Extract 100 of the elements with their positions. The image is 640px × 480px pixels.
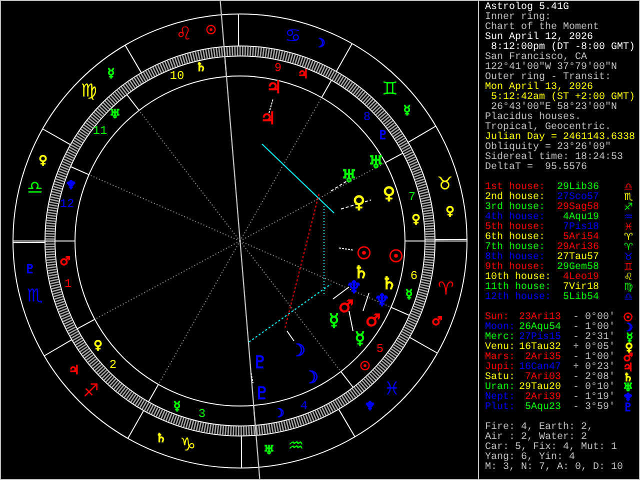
house-label: 10th house:	[485, 273, 552, 283]
planet-glyph: ☿	[405, 287, 413, 301]
planet-glyph: ♃	[68, 363, 80, 377]
planet-glyph: ☉	[360, 359, 370, 373]
planet-position: 16Tau32	[518, 343, 561, 353]
zodiac-sign-glyph: ♊	[382, 78, 398, 100]
planet-glyph: ☽	[623, 323, 633, 333]
house-cusp-position: 29Lib36	[556, 183, 599, 193]
planet-glyph: ♀	[352, 193, 366, 213]
planet-position: 2Ari35	[524, 353, 561, 363]
zodiac-sign-glyph: ♋	[284, 26, 302, 46]
house-number: 3	[198, 407, 206, 421]
planet-motion: - 2°31'	[573, 333, 616, 343]
planet-glyph: ♅	[264, 443, 274, 457]
planet-glyph: ♃	[260, 109, 276, 129]
house-label: 5th house:	[485, 223, 546, 233]
house-label: 2nd house:	[485, 193, 546, 203]
zodiac-sign-glyph: ♓	[624, 223, 633, 233]
planet-position: 2Ari39	[524, 393, 561, 403]
info-line: Placidus houses.	[485, 113, 582, 123]
planet-glyph: ♅	[110, 107, 120, 121]
planet-name: Nept:	[485, 393, 516, 403]
house-label: 12th house:	[485, 293, 552, 303]
planet-glyph: ♀	[412, 212, 420, 226]
house-label: 3rd house:	[485, 203, 546, 213]
zodiac-sign-glyph: ♑	[180, 434, 196, 456]
zodiac-sign-glyph: ♌	[176, 24, 192, 44]
info-line: Obliquity = 23°26'09"	[485, 143, 612, 153]
planet-glyph: ♆	[623, 393, 633, 403]
planet-glyph: ♇	[254, 384, 270, 404]
planet-motion: - 1°00'	[573, 353, 616, 363]
house-cusp-position: 7Vir18	[562, 283, 599, 293]
planet-glyph: ♀	[624, 343, 633, 353]
house-cusp-position: 27Tau57	[556, 253, 599, 263]
planet-motion: - 0°00'	[573, 313, 616, 323]
planet-glyph: ☿	[403, 103, 411, 117]
planet-glyph: ☽	[303, 368, 319, 388]
planet-position: 5Aqu23	[524, 403, 561, 413]
zodiac-sign-glyph: ♎	[624, 293, 633, 303]
zodiac-sign-glyph: ♒	[288, 436, 304, 456]
zodiac-sign-glyph: ♊	[624, 263, 633, 273]
planet-glyph: ☉	[388, 247, 404, 267]
planet-glyph: ♄	[156, 431, 166, 445]
planet-glyph: ♄	[623, 373, 633, 383]
house-cusp-position: 29Gem58	[556, 263, 599, 273]
info-line: Astrolog 5.41G	[485, 3, 570, 13]
house-number: 5	[376, 342, 384, 356]
zodiac-sign-glyph: ♐	[624, 203, 633, 213]
planet-glyph: ☉	[356, 244, 372, 264]
info-line: Chart of the Moment	[485, 23, 600, 33]
planet-glyph: ♀	[38, 153, 48, 167]
zodiac-sign-glyph: ♓	[384, 378, 400, 400]
element-summary-line: Fire: 4, Earth: 2,	[485, 423, 594, 433]
house-cusp-position: 4Aqu19	[562, 213, 599, 223]
info-line: Sidereal time: 18:24:53	[485, 153, 624, 163]
house-cusp-position: 4Leo19	[562, 273, 599, 283]
planet-motion: - 2°08'	[573, 373, 616, 383]
planet-motion: - 3°59'	[573, 403, 616, 413]
info-line: San Francisco, CA	[485, 53, 588, 63]
planet-glyph: ♇	[24, 262, 36, 276]
planet-name: Moon:	[485, 323, 516, 333]
info-line: Tropical, Geocentric.	[485, 123, 612, 133]
planet-glyph: ♂	[60, 254, 70, 268]
house-label: 7th house:	[485, 243, 546, 253]
planet-name: Sun:	[485, 313, 510, 323]
info-line: 26°43'00"E 58°23'00"N	[491, 103, 618, 113]
planet-name: Plut:	[485, 403, 516, 413]
planet-glyph: ☽	[314, 36, 326, 50]
planet-glyph: ♆	[374, 291, 390, 311]
planet-glyph: ♂	[432, 314, 442, 328]
planet-glyph: ♀	[446, 204, 454, 218]
planet-glyph: ☽	[290, 341, 306, 361]
planet-glyph: ♃	[266, 78, 282, 98]
planet-motion: + 0°05'	[573, 343, 616, 353]
planet-glyph: ♆	[66, 178, 76, 192]
planet-glyph: ♇	[252, 353, 268, 373]
planet-glyph: ♀	[382, 184, 396, 204]
zodiac-sign-glyph: ♍	[80, 80, 98, 102]
planet-glyph: ♅	[623, 383, 633, 393]
zodiac-sign-glyph: ♍	[624, 283, 633, 293]
house-number: 7	[408, 190, 416, 204]
house-number: 1	[64, 277, 72, 291]
planet-motion: - 1°19'	[573, 393, 616, 403]
element-summary-line: Air : 2, Water: 2	[485, 433, 588, 443]
planet-position: 29Tau20	[518, 383, 561, 393]
planet-position: 27Pis15	[518, 333, 561, 343]
house-number: 11	[92, 124, 108, 138]
house-label: 4th house:	[485, 213, 546, 223]
house-number: 12	[60, 197, 74, 211]
planet-glyph: ☉	[206, 23, 216, 37]
house-cusp-position: 29Sag58	[556, 203, 599, 213]
element-summary-line: M: 3, N: 7, A: 0, D: 10	[485, 463, 624, 473]
planet-glyph: ♀	[94, 338, 102, 352]
planet-glyph: ♂	[365, 311, 381, 331]
house-cusp-position: 5Ari54	[562, 233, 599, 243]
info-line: 8:12:00pm (DT -8:00 GMT)	[491, 43, 636, 53]
house-cusp-position: 7Pis18	[562, 223, 599, 233]
house-label: 8th house:	[485, 253, 546, 263]
planet-glyph: ♂	[623, 353, 633, 363]
zodiac-sign-glyph: ♐	[82, 380, 100, 402]
